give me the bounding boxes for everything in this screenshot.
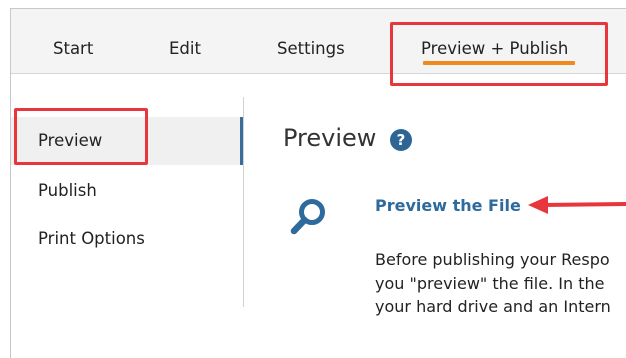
tab-start[interactable]: Start [53, 9, 93, 73]
sidebar-item-print-options[interactable]: Print Options [11, 215, 244, 263]
annotation-box-sidebar [14, 108, 148, 165]
preview-file-link[interactable]: Preview the File [375, 196, 521, 215]
tab-settings[interactable]: Settings [277, 9, 345, 73]
description-line: your hard drive and an Intern [375, 297, 611, 316]
search-icon [290, 199, 325, 235]
help-circle-icon[interactable]: ? [390, 129, 412, 151]
description-text: Before publishing your Respo you "previe… [375, 248, 626, 338]
description-line: you "preview" the file. In the [375, 273, 605, 293]
sidebar-divider [243, 97, 244, 307]
tab-edit[interactable]: Edit [169, 9, 201, 73]
description-line: Before publishing your Respo [375, 250, 610, 269]
annotation-box-tab [390, 22, 608, 86]
sidebar-item-publish[interactable]: Publish [11, 167, 244, 215]
page-title: Preview [283, 124, 377, 152]
annotation-arrow [528, 196, 626, 214]
